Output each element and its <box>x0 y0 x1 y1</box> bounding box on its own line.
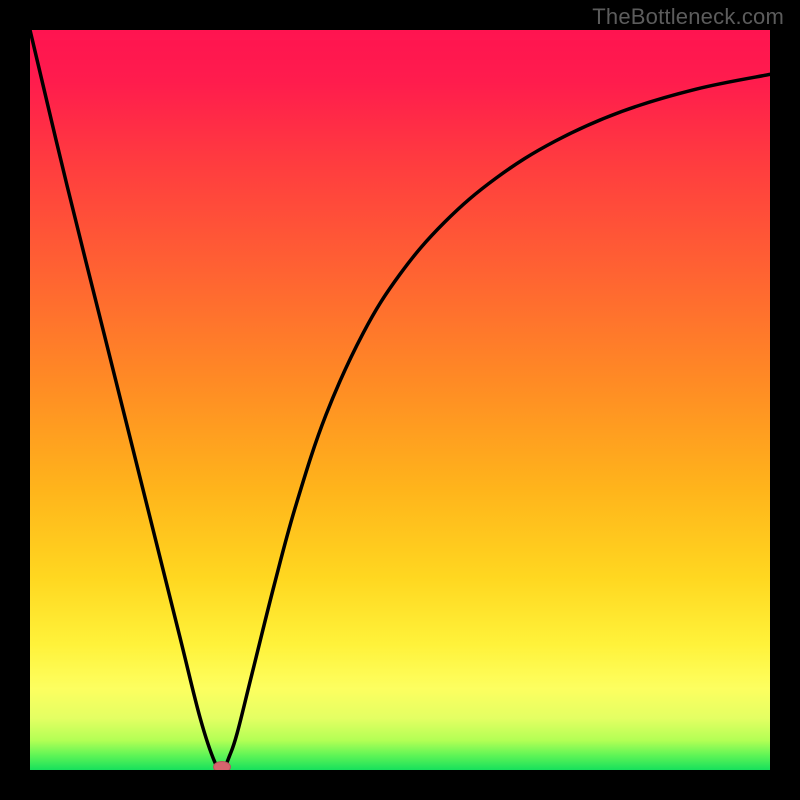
curve-layer <box>30 30 770 770</box>
chart-frame: TheBottleneck.com <box>0 0 800 800</box>
watermark-text: TheBottleneck.com <box>592 4 784 30</box>
minimum-point-marker <box>213 761 231 770</box>
bottleneck-curve-path <box>30 30 770 770</box>
plot-area <box>30 30 770 770</box>
